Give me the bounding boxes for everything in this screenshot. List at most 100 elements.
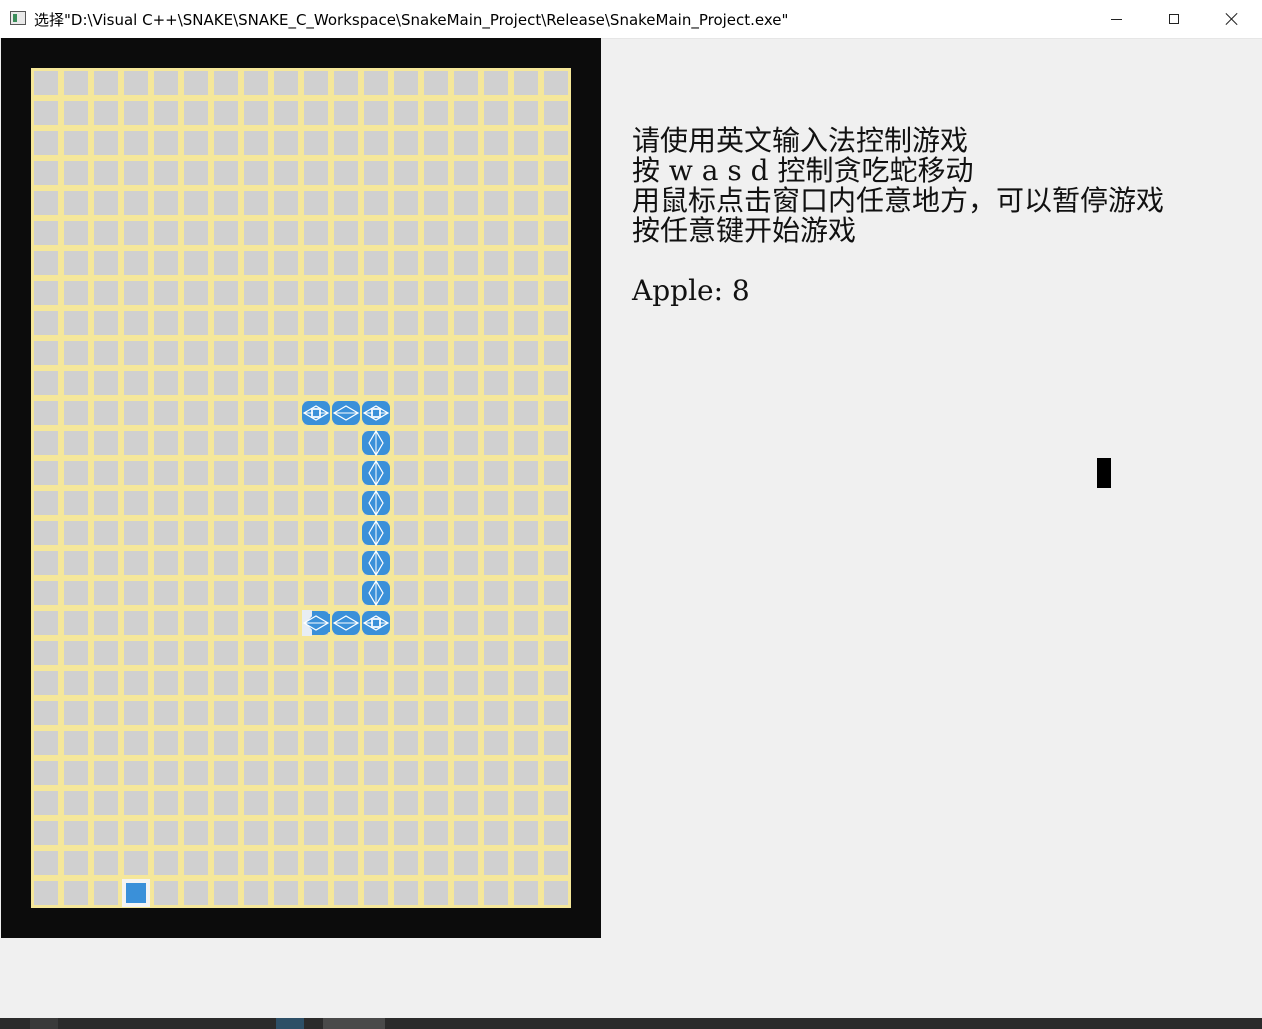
board-cell	[274, 431, 298, 455]
board-cell	[544, 701, 568, 725]
board-cell	[184, 701, 208, 725]
taskbar-item[interactable]	[30, 1018, 58, 1029]
board-cell	[304, 761, 328, 785]
board-cell	[424, 851, 448, 875]
board-cell	[274, 101, 298, 125]
board-cell	[184, 101, 208, 125]
board-cell	[334, 371, 358, 395]
board-cell	[304, 251, 328, 275]
close-button[interactable]	[1203, 0, 1261, 38]
board-cell	[364, 791, 388, 815]
board-cell	[214, 641, 238, 665]
board-cell	[64, 851, 88, 875]
instruction-line-3: 用鼠标点击窗口内任意地方，可以暂停游戏	[632, 184, 1165, 217]
board-cell	[244, 611, 268, 635]
snake-body	[362, 459, 390, 487]
board-cell	[124, 281, 148, 305]
board-cell	[274, 371, 298, 395]
board-cell	[274, 131, 298, 155]
board-cell	[64, 521, 88, 545]
instruction-line-4: 按任意键开始游戏	[632, 214, 857, 247]
board-cell	[274, 581, 298, 605]
board-cell	[514, 251, 538, 275]
board-cell	[244, 821, 268, 845]
board-cell	[244, 71, 268, 95]
board-cell	[484, 551, 508, 575]
board-cell	[484, 821, 508, 845]
board-cell	[454, 851, 478, 875]
board-cell	[94, 461, 118, 485]
board-cell	[184, 611, 208, 635]
taskbar-item[interactable]	[276, 1018, 304, 1029]
board-cell	[484, 581, 508, 605]
board-cell	[64, 221, 88, 245]
board-cell	[514, 161, 538, 185]
maximize-button[interactable]	[1145, 0, 1203, 38]
board-cell	[544, 131, 568, 155]
board-cell	[394, 371, 418, 395]
board-cell	[304, 431, 328, 455]
board-cell	[514, 521, 538, 545]
board-cell	[34, 71, 58, 95]
minimize-button[interactable]	[1087, 0, 1145, 38]
board-cell	[94, 251, 118, 275]
board-cell	[274, 791, 298, 815]
board-cell	[154, 401, 178, 425]
taskbar-item[interactable]	[323, 1018, 385, 1029]
board-cell	[64, 611, 88, 635]
board-cell	[274, 641, 298, 665]
board-cell	[34, 461, 58, 485]
board-cell	[64, 101, 88, 125]
board-cell	[334, 101, 358, 125]
board-cell	[94, 401, 118, 425]
board-cell	[454, 641, 478, 665]
snake-body	[332, 611, 360, 635]
board-cell	[364, 101, 388, 125]
board-cell	[274, 71, 298, 95]
taskbar	[0, 1018, 1262, 1029]
board-cell	[304, 881, 328, 905]
board-cell	[304, 641, 328, 665]
board-cell	[244, 251, 268, 275]
board-cell	[484, 401, 508, 425]
board-cell	[304, 731, 328, 755]
board-cell	[364, 251, 388, 275]
board-cell	[424, 611, 448, 635]
board-cell	[514, 761, 538, 785]
board-cell	[274, 461, 298, 485]
board-cell	[334, 851, 358, 875]
board-cell	[484, 701, 508, 725]
board-cell	[424, 281, 448, 305]
board-cell	[514, 221, 538, 245]
board-cell	[124, 851, 148, 875]
board-cell	[154, 521, 178, 545]
board-cell	[94, 191, 118, 215]
board-cell	[244, 731, 268, 755]
board-cell	[214, 491, 238, 515]
board-cell	[34, 161, 58, 185]
board-cell	[94, 521, 118, 545]
board-cell	[544, 731, 568, 755]
snake-tail	[302, 610, 330, 636]
board-cell	[484, 101, 508, 125]
board-cell	[64, 641, 88, 665]
board-cell	[124, 71, 148, 95]
board-cell	[184, 821, 208, 845]
board-cell	[274, 671, 298, 695]
board-cell	[34, 281, 58, 305]
board-cell	[394, 851, 418, 875]
board-cell	[424, 191, 448, 215]
board-cell	[274, 761, 298, 785]
board-cell	[424, 641, 448, 665]
board-cell	[214, 161, 238, 185]
board-cell	[94, 791, 118, 815]
board-cell	[34, 881, 58, 905]
board-cell	[64, 71, 88, 95]
snake-board[interactable]	[1, 38, 601, 938]
game-area[interactable]	[1, 38, 601, 938]
board-cell	[64, 311, 88, 335]
board-cell	[424, 131, 448, 155]
board-cell	[334, 641, 358, 665]
board-cell	[184, 581, 208, 605]
board-cell	[274, 551, 298, 575]
